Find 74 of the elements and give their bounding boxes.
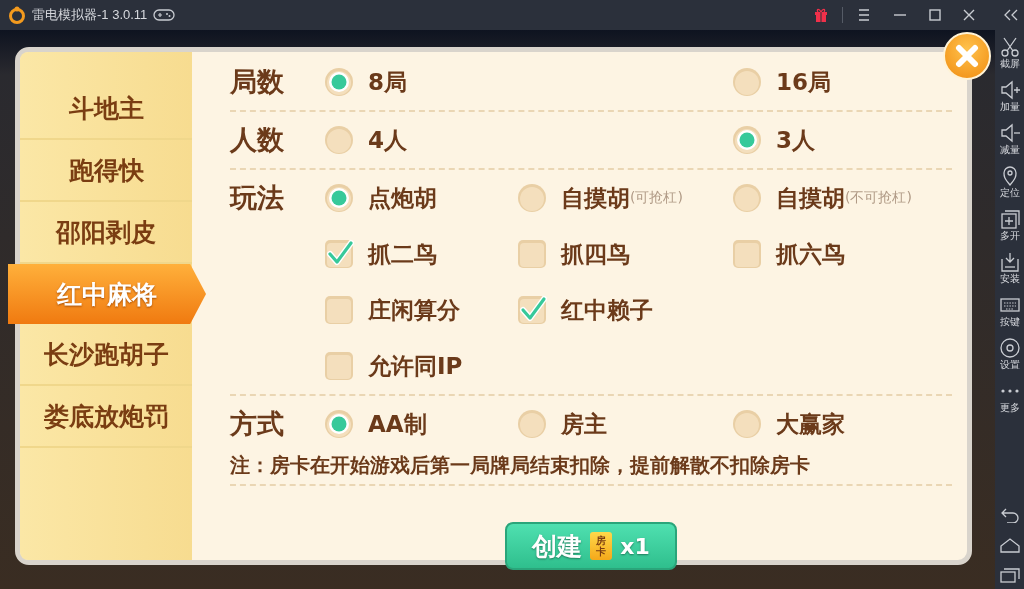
section-label: 局数 <box>230 65 285 99</box>
option-label: 3人 <box>776 125 815 155</box>
section-label: 玩法 <box>230 181 285 215</box>
option-label: 4人 <box>368 125 407 155</box>
option-label: AA制 <box>368 409 427 439</box>
radio-button[interactable] <box>324 125 354 155</box>
close-icon <box>955 44 979 68</box>
scissors-icon[interactable] <box>998 36 1021 58</box>
radio-button[interactable] <box>324 183 354 213</box>
section-label: 方式 <box>230 407 285 441</box>
window-title: 雷电模拟器-1 3.0.11 <box>32 6 148 24</box>
checkbox[interactable] <box>517 239 547 269</box>
gamepad-icon[interactable] <box>153 8 176 22</box>
option-label: 房主 <box>561 409 607 439</box>
recent-apps-icon[interactable] <box>999 567 1020 583</box>
checkbox[interactable] <box>732 239 762 269</box>
toolbar-label[interactable]: 设置 <box>999 359 1020 371</box>
quantity-label: x1 <box>620 533 650 559</box>
radio-button[interactable] <box>517 409 547 439</box>
toolbar-label[interactable]: 截屏 <box>999 58 1020 70</box>
app-logo-icon <box>8 6 26 24</box>
section-label: 人数 <box>230 123 285 157</box>
toolbar-label[interactable]: 安装 <box>999 273 1020 285</box>
option-note: (可抢杠) <box>630 189 683 207</box>
gift-icon[interactable] <box>814 8 828 22</box>
option-label: 抓四鸟 <box>561 239 630 269</box>
option-label: 自摸胡 <box>776 183 845 213</box>
room-card: 房卡 <box>590 532 613 560</box>
volume-down-icon[interactable] <box>998 122 1021 144</box>
create-button[interactable]: 创建 房卡 x1 <box>505 522 677 570</box>
option-label: 8局 <box>368 67 407 97</box>
collapse-icon[interactable] <box>1003 9 1019 21</box>
download-icon[interactable] <box>998 251 1021 273</box>
checkbox[interactable] <box>517 295 547 325</box>
option-label: 允许同IP <box>368 351 463 381</box>
game-tab[interactable]: 娄底放炮罚 <box>20 386 192 448</box>
volume-up-icon[interactable] <box>998 79 1021 101</box>
toolbar-label[interactable]: 多开 <box>999 230 1020 242</box>
windows-plus-icon[interactable] <box>998 208 1021 230</box>
toolbar-label[interactable]: 减量 <box>999 144 1020 156</box>
radio-button[interactable] <box>732 409 762 439</box>
checkbox[interactable] <box>324 295 354 325</box>
radio-button[interactable] <box>324 409 354 439</box>
menu-icon[interactable] <box>857 9 871 21</box>
option-label: 大赢家 <box>776 409 845 439</box>
radio-button[interactable] <box>732 183 762 213</box>
radio-button[interactable] <box>324 67 354 97</box>
option-label: 点炮胡 <box>368 183 437 213</box>
game-tab[interactable]: 跑得快 <box>20 140 192 202</box>
option-label: 自摸胡 <box>561 183 630 213</box>
home-icon[interactable] <box>999 537 1020 553</box>
option-note: (不可抢杠) <box>845 189 912 207</box>
game-tab[interactable]: 斗地主 <box>20 78 192 140</box>
option-label: 抓六鸟 <box>776 239 845 269</box>
settings-icon[interactable] <box>998 337 1021 359</box>
radio-button[interactable] <box>732 125 762 155</box>
radio-button[interactable] <box>732 67 762 97</box>
back-icon[interactable] <box>999 507 1020 523</box>
game-tab[interactable]: 长沙跑胡子 <box>20 324 192 386</box>
toolbar-label[interactable]: 加量 <box>999 101 1020 113</box>
note-text: 注：房卡在开始游戏后第一局牌局结束扣除，提前解散不扣除房卡 <box>230 452 811 479</box>
close-icon[interactable] <box>963 9 975 21</box>
maximize-icon[interactable] <box>929 9 941 21</box>
option-label: 红中赖子 <box>561 295 653 325</box>
toolbar-label[interactable]: 更多 <box>999 402 1020 414</box>
toolbar-label[interactable]: 定位 <box>999 187 1020 199</box>
option-label: 庄闲算分 <box>368 295 460 325</box>
radio-button[interactable] <box>517 183 547 213</box>
checkbox[interactable] <box>324 351 354 381</box>
close-button[interactable] <box>943 32 991 80</box>
option-label: 16局 <box>776 67 831 97</box>
toolbar-label[interactable]: 按键 <box>999 316 1020 328</box>
checkbox[interactable] <box>324 239 354 269</box>
option-label: 抓二鸟 <box>368 239 437 269</box>
